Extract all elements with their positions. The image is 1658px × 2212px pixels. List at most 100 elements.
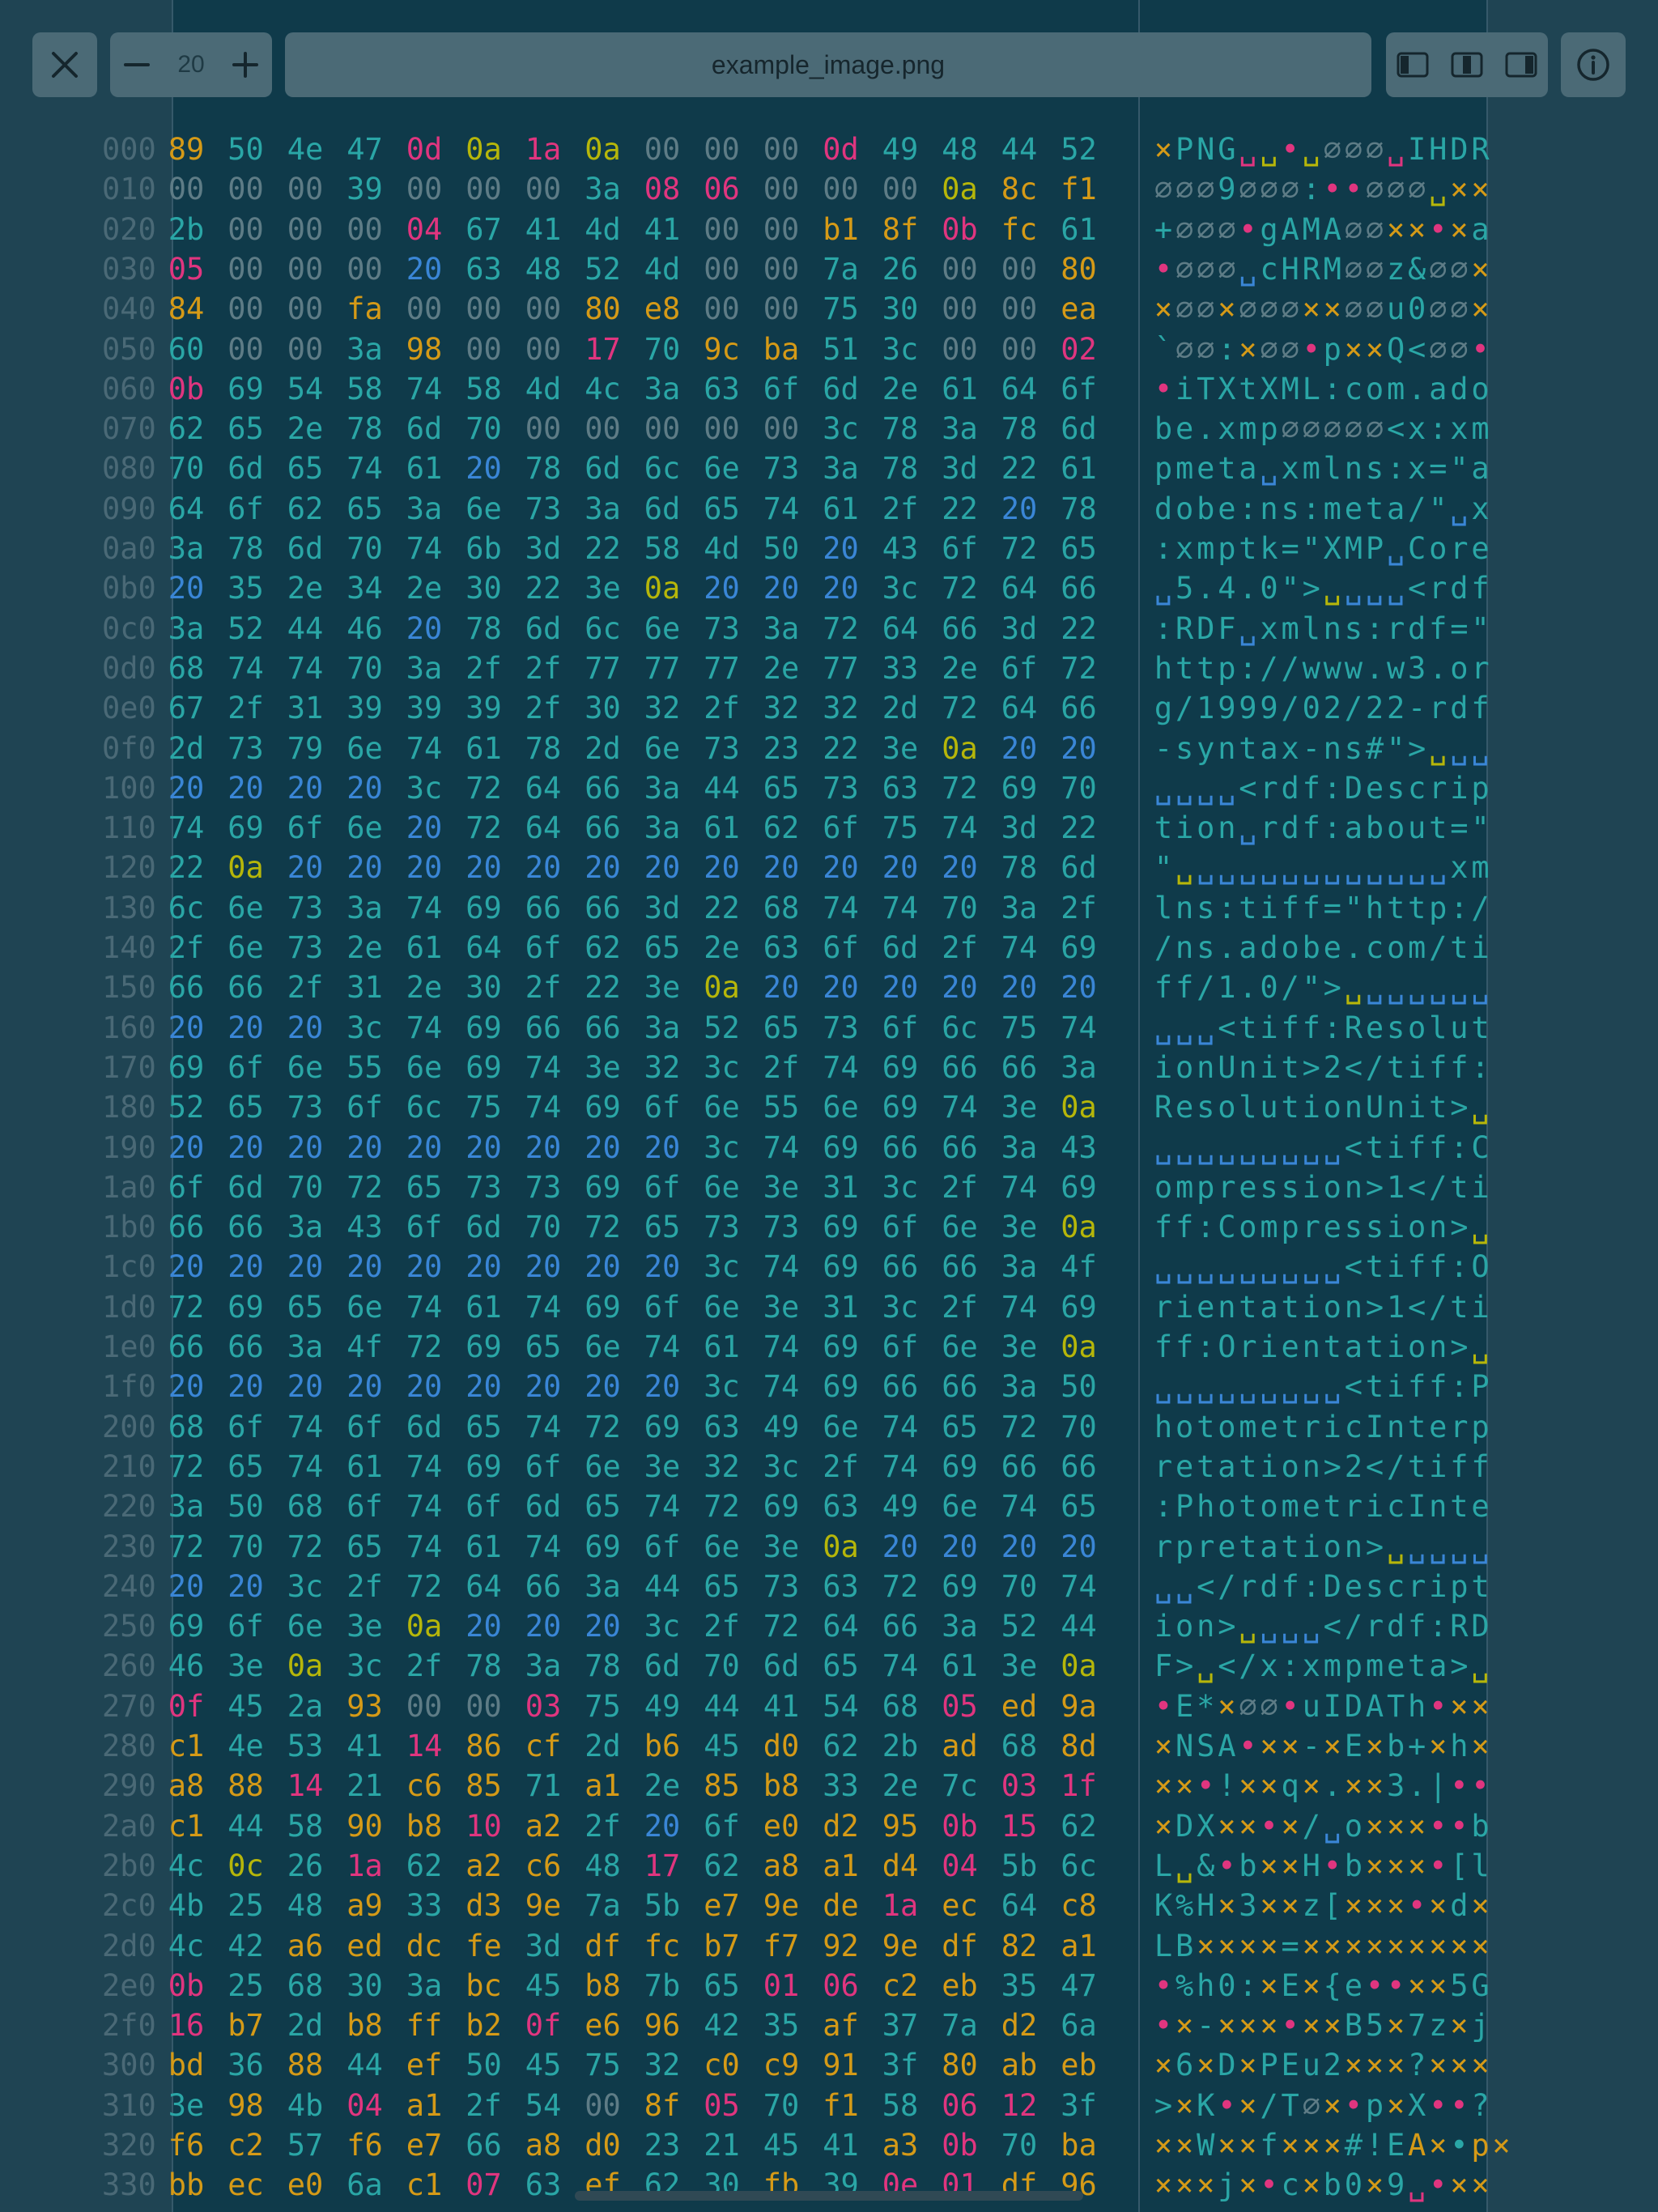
hex-byte[interactable]: 73 [762,1207,801,1247]
hex-byte[interactable]: 20 [227,1008,266,1048]
hex-byte[interactable]: 20 [762,568,801,608]
hex-byte[interactable]: 66 [881,1367,920,1406]
hex-byte[interactable]: 10 [465,1806,504,1846]
hex-byte[interactable]: 6e [286,1048,325,1087]
hex-byte[interactable]: b7 [227,2006,266,2045]
hex-byte[interactable]: 20 [1060,1527,1099,1567]
hex-byte[interactable]: 20 [286,768,325,808]
hex-byte[interactable]: 64 [524,768,563,808]
hex-byte[interactable]: 66 [584,768,623,808]
hex-byte[interactable]: b8 [346,2006,385,2045]
hex-byte[interactable]: 20 [1060,729,1099,768]
hex-byte[interactable]: 2f [346,1567,385,1606]
hex-byte[interactable]: 2f [584,1806,623,1846]
hex-byte[interactable]: 86 [465,1726,504,1766]
hex-byte[interactable]: 3a [346,330,385,369]
hex-byte[interactable]: 52 [167,1087,206,1127]
hex-byte[interactable]: 6f [643,1087,682,1127]
hex-byte[interactable]: 25 [227,1886,266,1925]
hex-byte[interactable]: 12 [1000,2086,1039,2125]
hex-byte[interactable]: 20 [762,968,801,1007]
hex-byte[interactable]: 75 [1000,1008,1039,1048]
hex-byte[interactable]: 70 [1000,1567,1039,1606]
hex-byte[interactable]: 00 [1000,249,1039,289]
hex-byte[interactable]: 52 [227,609,266,649]
hex-byte[interactable]: 32 [643,688,682,728]
hex-byte[interactable]: 78 [227,529,266,568]
hex-byte[interactable]: 35 [227,568,266,608]
hex-byte[interactable]: 69 [822,1327,861,1367]
hex-byte[interactable]: 0a [465,130,504,169]
hex-byte[interactable]: 77 [703,649,742,688]
hex-byte[interactable]: 58 [465,369,504,409]
hex-byte[interactable]: fa [346,289,385,329]
hex-byte[interactable]: 05 [703,2086,742,2125]
hex-byte[interactable]: 44 [703,1687,742,1726]
hex-byte[interactable]: 48 [286,1886,325,1925]
hex-byte[interactable]: 73 [286,928,325,968]
hex-byte[interactable]: 85 [465,1766,504,1806]
hex-byte[interactable]: 00 [286,289,325,329]
hex-byte[interactable]: 00 [465,289,504,329]
hex-byte[interactable]: 4c [584,369,623,409]
hex-byte[interactable]: 69 [167,1606,206,1646]
hex-byte[interactable]: 78 [465,609,504,649]
hex-byte[interactable]: 33 [405,1886,444,1925]
hex-byte[interactable]: 00 [405,289,444,329]
hex-byte[interactable]: 80 [584,289,623,329]
hex-byte[interactable]: 4d [524,369,563,409]
hex-byte[interactable]: b8 [405,1806,444,1846]
hex-byte[interactable]: 61 [465,1287,504,1327]
hex-byte[interactable]: 6d [643,1646,682,1686]
hex-byte[interactable]: 72 [762,1606,801,1646]
hex-byte[interactable]: 62 [584,928,623,968]
hex-byte[interactable]: 74 [643,1327,682,1367]
hex-byte[interactable]: ff [405,2006,444,2045]
hex-byte[interactable]: 3d [1000,808,1039,848]
hex-byte[interactable]: 65 [941,1407,980,1447]
hex-byte[interactable]: 80 [941,2045,980,2085]
hex-byte[interactable]: 61 [941,369,980,409]
hex-byte[interactable]: 3d [1000,609,1039,649]
hex-byte[interactable]: 20 [465,449,504,488]
hex-byte[interactable]: 6d [524,609,563,649]
hex-byte[interactable]: 78 [524,449,563,488]
hex-byte[interactable]: 62 [703,1846,742,1886]
layout-hex-only-button[interactable] [1386,32,1439,97]
hex-byte[interactable]: 00 [703,210,742,249]
hex-byte[interactable]: 6f [227,1048,266,1087]
hex-byte[interactable]: 78 [524,729,563,768]
hex-byte[interactable]: 74 [524,1527,563,1567]
hex-byte[interactable]: 00 [584,409,623,449]
hex-byte[interactable]: a1 [1060,1926,1099,1966]
hex-byte[interactable]: 66 [167,968,206,1007]
hex-byte[interactable]: 4c [167,1846,206,1886]
hex-byte[interactable]: 41 [524,210,563,249]
hex-byte[interactable]: 6e [941,1327,980,1367]
hex-byte[interactable]: 2e [286,409,325,449]
hex-byte[interactable]: 22 [822,729,861,768]
hex-byte[interactable]: 3e [1000,1207,1039,1247]
hex-byte[interactable]: 70 [524,1207,563,1247]
hex-byte[interactable]: a3 [881,2125,920,2165]
hex-byte[interactable]: de [822,1886,861,1925]
hex-byte[interactable]: 6e [941,1207,980,1247]
hex-byte[interactable]: 22 [1060,609,1099,649]
hex-byte[interactable]: e0 [286,2165,325,2205]
hex-byte[interactable]: 74 [822,1048,861,1087]
hex-byte[interactable]: 7b [643,1966,682,2006]
hex-byte[interactable]: 06 [822,1966,861,2006]
hex-byte[interactable]: 6e [346,808,385,848]
hex-byte[interactable]: 39 [346,688,385,728]
hex-byte[interactable]: 31 [286,688,325,728]
hex-byte[interactable]: 01 [762,1966,801,2006]
hex-byte[interactable]: 20 [405,808,444,848]
hex-byte[interactable]: f1 [822,2086,861,2125]
hex-byte[interactable]: 72 [1000,529,1039,568]
hex-byte[interactable]: 45 [227,1687,266,1726]
hex-byte[interactable]: 69 [227,1287,266,1327]
hex-byte[interactable]: 00 [286,249,325,289]
hex-byte[interactable]: 74 [405,1287,444,1327]
hex-byte[interactable]: 70 [227,1527,266,1567]
hex-byte[interactable]: 6e [286,1606,325,1646]
